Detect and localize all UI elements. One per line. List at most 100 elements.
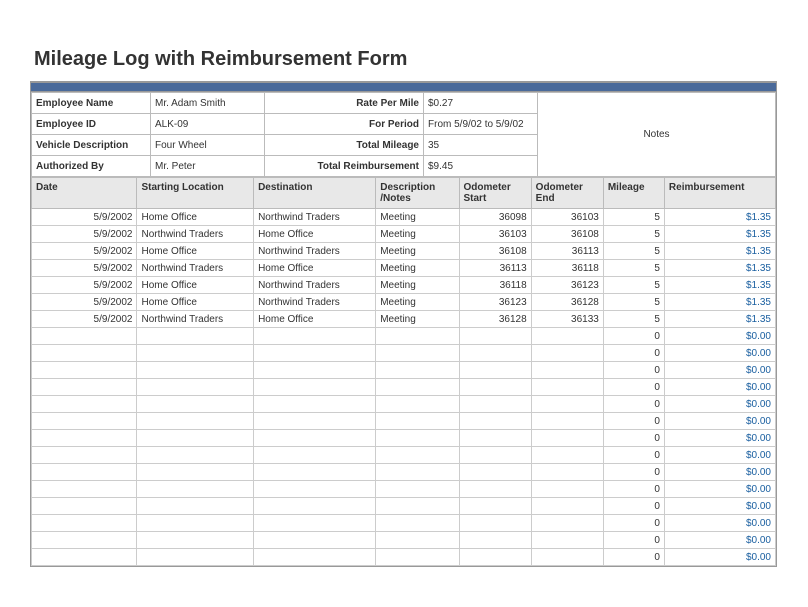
cell-reimbursement: $1.35 <box>664 243 775 260</box>
cell-date: 5/9/2002 <box>32 260 137 277</box>
cell-mileage: 5 <box>603 277 664 294</box>
cell-mileage: 5 <box>603 260 664 277</box>
cell-destination <box>254 345 376 362</box>
cell-destination <box>254 362 376 379</box>
cell-mileage: 5 <box>603 243 664 260</box>
cell-odometer-start: 36108 <box>459 243 531 260</box>
mileage-grid: Date Starting Location Destination Descr… <box>31 177 776 566</box>
cell-starting-location <box>137 379 254 396</box>
cell-reimbursement: $0.00 <box>664 345 775 362</box>
cell-date: 5/9/2002 <box>32 311 137 328</box>
cell-odometer-start <box>459 345 531 362</box>
cell-starting-location <box>137 430 254 447</box>
cell-destination <box>254 379 376 396</box>
cell-starting-location <box>137 498 254 515</box>
cell-date: 5/9/2002 <box>32 243 137 260</box>
cell-starting-location <box>137 396 254 413</box>
cell-odometer-end <box>531 345 603 362</box>
cell-odometer-end: 36123 <box>531 277 603 294</box>
cell-odometer-end <box>531 481 603 498</box>
cell-description <box>376 447 459 464</box>
cell-odometer-start <box>459 379 531 396</box>
cell-mileage: 5 <box>603 209 664 226</box>
mileage-sheet: Employee Name Mr. Adam Smith Rate Per Mi… <box>30 81 777 567</box>
table-row: 0$0.00 <box>32 481 776 498</box>
cell-mileage: 0 <box>603 345 664 362</box>
table-row: 5/9/2002Northwind TradersHome OfficeMeet… <box>32 226 776 243</box>
cell-mileage: 0 <box>603 430 664 447</box>
cell-mileage: 0 <box>603 413 664 430</box>
cell-description: Meeting <box>376 209 459 226</box>
col-mileage: Mileage <box>603 178 664 209</box>
cell-destination <box>254 413 376 430</box>
col-reimbursement: Reimbursement <box>664 178 775 209</box>
table-row: 5/9/2002Home OfficeNorthwind TradersMeet… <box>32 277 776 294</box>
label-total-reimbursement: Total Reimbursement <box>265 156 424 177</box>
cell-starting-location <box>137 464 254 481</box>
meta-table: Employee Name Mr. Adam Smith Rate Per Mi… <box>31 92 776 177</box>
cell-odometer-end: 36128 <box>531 294 603 311</box>
cell-reimbursement: $1.35 <box>664 226 775 243</box>
cell-description: Meeting <box>376 260 459 277</box>
cell-date <box>32 447 137 464</box>
cell-destination <box>254 447 376 464</box>
cell-starting-location: Northwind Traders <box>137 226 254 243</box>
cell-date <box>32 515 137 532</box>
value-employee-name: Mr. Adam Smith <box>151 93 265 114</box>
col-description: Description /Notes <box>376 178 459 209</box>
cell-reimbursement: $0.00 <box>664 328 775 345</box>
cell-destination: Northwind Traders <box>254 294 376 311</box>
table-row: 0$0.00 <box>32 498 776 515</box>
cell-odometer-start <box>459 481 531 498</box>
table-row: 0$0.00 <box>32 464 776 481</box>
cell-starting-location: Home Office <box>137 277 254 294</box>
label-for-period: For Period <box>265 114 424 135</box>
label-employee-id: Employee ID <box>32 114 151 135</box>
header-bar <box>31 82 776 92</box>
cell-description <box>376 498 459 515</box>
cell-odometer-start <box>459 464 531 481</box>
cell-reimbursement: $0.00 <box>664 430 775 447</box>
table-row: 0$0.00 <box>32 396 776 413</box>
cell-mileage: 0 <box>603 498 664 515</box>
cell-destination: Northwind Traders <box>254 209 376 226</box>
cell-mileage: 5 <box>603 226 664 243</box>
cell-description <box>376 345 459 362</box>
cell-description: Meeting <box>376 243 459 260</box>
cell-odometer-end <box>531 549 603 566</box>
cell-starting-location <box>137 447 254 464</box>
cell-reimbursement: $1.35 <box>664 294 775 311</box>
cell-odometer-start <box>459 362 531 379</box>
notes-area: Notes <box>538 93 776 177</box>
cell-odometer-start: 36123 <box>459 294 531 311</box>
cell-description: Meeting <box>376 226 459 243</box>
cell-date <box>32 481 137 498</box>
cell-reimbursement: $0.00 <box>664 481 775 498</box>
label-authorized-by: Authorized By <box>32 156 151 177</box>
cell-odometer-end <box>531 515 603 532</box>
cell-odometer-start <box>459 430 531 447</box>
col-odometer-end: Odometer End <box>531 178 603 209</box>
cell-date: 5/9/2002 <box>32 209 137 226</box>
cell-destination <box>254 515 376 532</box>
cell-destination: Home Office <box>254 260 376 277</box>
cell-date <box>32 379 137 396</box>
table-row: 0$0.00 <box>32 447 776 464</box>
cell-odometer-end <box>531 328 603 345</box>
value-employee-id: ALK-09 <box>151 114 265 135</box>
value-authorized-by: Mr. Peter <box>151 156 265 177</box>
cell-description <box>376 379 459 396</box>
value-total-mileage: 35 <box>424 135 538 156</box>
label-rate-per-mile: Rate Per Mile <box>265 93 424 114</box>
cell-destination <box>254 481 376 498</box>
cell-mileage: 0 <box>603 481 664 498</box>
table-row: 0$0.00 <box>32 328 776 345</box>
table-row: 5/9/2002Home OfficeNorthwind TradersMeet… <box>32 209 776 226</box>
cell-reimbursement: $1.35 <box>664 311 775 328</box>
cell-odometer-end <box>531 498 603 515</box>
cell-destination <box>254 328 376 345</box>
cell-date <box>32 396 137 413</box>
cell-odometer-end <box>531 379 603 396</box>
cell-reimbursement: $0.00 <box>664 515 775 532</box>
cell-description <box>376 362 459 379</box>
